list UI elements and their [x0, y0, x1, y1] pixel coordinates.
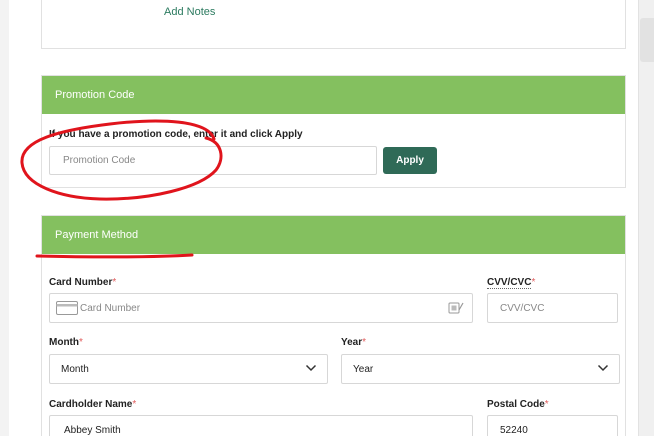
required-mark: *: [362, 337, 367, 348]
add-notes-link[interactable]: Add Notes: [164, 6, 215, 18]
promotion-instruction: If you have a promotion code, enter it a…: [49, 129, 303, 140]
payment-method-header: Payment Method: [42, 216, 625, 254]
payment-method-title: Payment Method: [55, 229, 139, 241]
year-label-text: Year: [341, 337, 363, 348]
year-select[interactable]: Year: [341, 354, 620, 384]
chevron-down-icon: [597, 364, 609, 375]
right-sidebar-edge: [638, 0, 654, 436]
year-label: Year*: [341, 337, 366, 348]
apply-button[interactable]: Apply: [383, 147, 437, 174]
month-select[interactable]: Month: [49, 354, 328, 384]
postal-code-label: Postal Code*: [487, 399, 549, 410]
year-value: Year: [353, 363, 374, 375]
card-scan-icon[interactable]: [448, 301, 464, 318]
promotion-code-placeholder: Promotion Code: [63, 155, 136, 166]
card-number-input[interactable]: Card Number: [49, 293, 473, 323]
cvv-input[interactable]: CVV/CVC: [487, 293, 618, 323]
card-number-label: Card Number*: [49, 277, 116, 288]
required-mark: *: [531, 277, 536, 288]
notes-card: Add Notes: [41, 0, 626, 49]
cvv-label-text: CVV/CVC: [487, 277, 532, 289]
promotion-code-input[interactable]: Promotion Code: [49, 146, 377, 175]
required-mark: *: [112, 277, 117, 288]
left-rail: [0, 0, 9, 436]
month-value: Month: [61, 363, 89, 375]
month-label: Month*: [49, 337, 83, 348]
required-mark: *: [132, 399, 137, 410]
promotion-code-card: Promotion Code If you have a promotion c…: [41, 75, 626, 188]
promotion-code-header: Promotion Code: [42, 76, 625, 114]
cvv-label: CVV/CVC*: [487, 277, 536, 289]
chevron-down-icon: [305, 364, 317, 375]
cardholder-name-label-text: Cardholder Name: [49, 399, 133, 410]
promotion-code-title: Promotion Code: [55, 89, 135, 101]
payment-method-card: Payment Method Card Number* Card Number …: [41, 215, 626, 436]
postal-code-value: 52240: [500, 424, 528, 436]
cardholder-name-label: Cardholder Name*: [49, 399, 136, 410]
required-mark: *: [544, 399, 549, 410]
cardholder-name-value: Abbey Smith: [64, 424, 121, 436]
postal-code-input[interactable]: 52240: [487, 415, 618, 436]
required-mark: *: [79, 337, 83, 348]
card-number-label-text: Card Number: [49, 277, 113, 288]
postal-code-label-text: Postal Code: [487, 399, 545, 410]
credit-card-icon: [56, 301, 78, 315]
cardholder-name-input[interactable]: Abbey Smith: [49, 415, 473, 436]
cvv-placeholder: CVV/CVC: [500, 302, 545, 314]
side-tab[interactable]: [640, 18, 654, 62]
card-number-placeholder: Card Number: [80, 302, 141, 314]
month-label-text: Month: [49, 337, 79, 348]
